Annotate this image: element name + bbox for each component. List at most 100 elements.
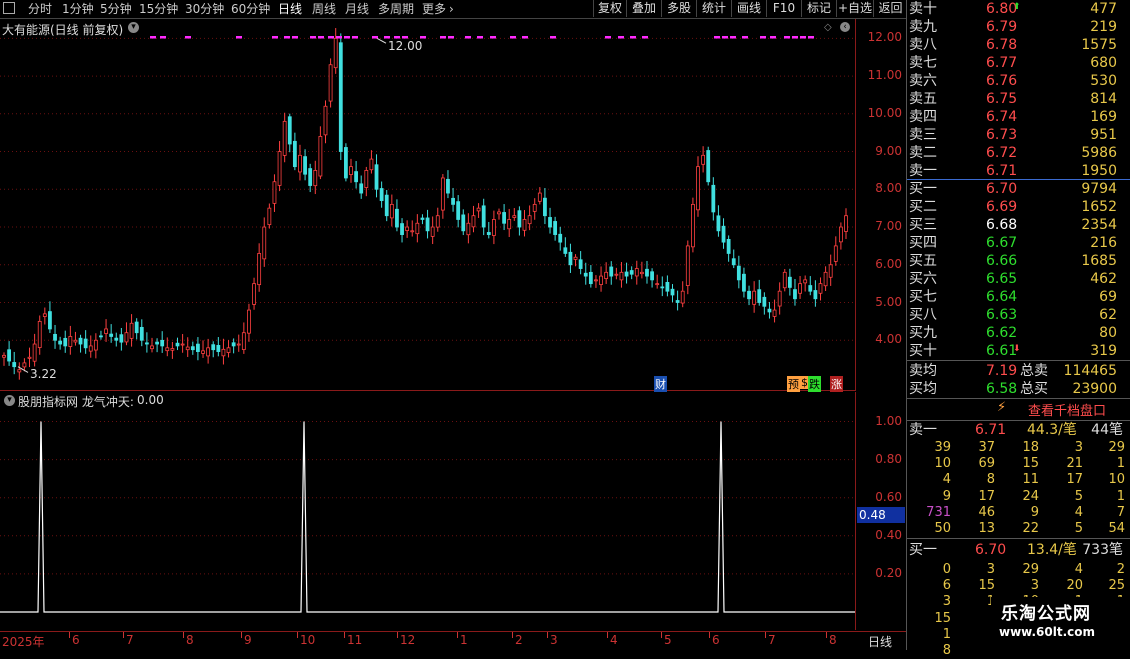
price-tick-label: 5.00 bbox=[875, 294, 902, 309]
qd-cell: 731 bbox=[926, 504, 951, 520]
marker-yu[interactable]: 预 bbox=[787, 376, 800, 392]
high-pointer bbox=[376, 37, 387, 44]
candle-body bbox=[53, 333, 57, 341]
period-60min[interactable]: 60分钟 bbox=[231, 1, 270, 17]
watermark-url: www.60lt.com bbox=[999, 625, 1096, 639]
period-fenshi[interactable]: 分时 bbox=[28, 1, 52, 17]
menu-box-icon[interactable] bbox=[3, 2, 15, 14]
signal-mark bbox=[722, 36, 728, 39]
asks-row[interactable]: 卖三 6.73 951 bbox=[909, 126, 1127, 144]
watermark-title: 乐淘公式网 bbox=[1001, 604, 1091, 624]
bids-row[interactable]: 买八 6.63 62 bbox=[909, 306, 1127, 324]
multi-stock-button[interactable]: 多股 bbox=[661, 0, 696, 17]
candle-body bbox=[818, 283, 823, 294]
candle-body bbox=[680, 290, 685, 304]
date-tick bbox=[547, 632, 548, 638]
candle-body bbox=[691, 203, 695, 248]
chevron-right-icon[interactable]: › bbox=[449, 1, 454, 17]
candle-body bbox=[129, 322, 134, 339]
asks-row[interactable]: 卖七 6.77 680 bbox=[909, 54, 1127, 72]
indicator-current-value: 0.48 bbox=[857, 507, 905, 523]
asks-row[interactable]: 卖四 6.74 169 bbox=[909, 108, 1127, 126]
bids-row[interactable]: 买六 6.65 462 bbox=[909, 270, 1127, 288]
asks-row[interactable]: 卖五 6.75 814 bbox=[909, 90, 1127, 108]
candle-body bbox=[78, 337, 83, 345]
asks-row[interactable]: 卖二 6.72 5986 bbox=[909, 144, 1127, 162]
asks-row[interactable]: 卖九 6.79 219 bbox=[909, 18, 1127, 36]
qd-cell: 7 bbox=[1116, 504, 1125, 520]
statistics-button[interactable]: 统计 bbox=[696, 0, 731, 17]
candle-body bbox=[318, 136, 323, 177]
asks-row[interactable]: 卖一 6.71 1950 bbox=[909, 162, 1127, 180]
candle-body bbox=[68, 336, 73, 347]
mark-button[interactable]: 标记 bbox=[801, 0, 836, 17]
divider bbox=[907, 360, 1130, 361]
qd-cell: 4 bbox=[942, 472, 951, 488]
f10-button[interactable]: F10 bbox=[766, 0, 801, 17]
asks-row[interactable]: 卖八 6.78 1575 bbox=[909, 36, 1127, 54]
qd-cell: 3 bbox=[1074, 440, 1083, 455]
qd-cell: 15 bbox=[934, 610, 951, 626]
qd-cell: 29 bbox=[1022, 562, 1039, 577]
candle-body bbox=[400, 223, 404, 235]
period-5min[interactable]: 5分钟 bbox=[100, 1, 132, 17]
bids-row[interactable]: 买九 6.62 80 bbox=[909, 324, 1127, 342]
add-watchlist-button[interactable]: +自选 bbox=[836, 0, 873, 17]
qd-cell: 37 bbox=[978, 440, 995, 455]
overlay-button[interactable]: 叠加 bbox=[626, 0, 661, 17]
candle-body bbox=[726, 239, 731, 254]
candle-body bbox=[430, 226, 435, 237]
qiandang-bar[interactable]: ⚡ 查看千档盘口 bbox=[907, 399, 1130, 419]
signal-mark bbox=[642, 36, 648, 39]
marker-cai[interactable]: 财 bbox=[654, 376, 667, 392]
signal-mark bbox=[352, 36, 358, 39]
candle-body bbox=[645, 268, 649, 277]
bids-row[interactable]: 买七 6.64 69 bbox=[909, 288, 1127, 306]
period-multi[interactable]: 多周期 bbox=[378, 1, 414, 17]
lightning-icon: ⚡ bbox=[997, 400, 1007, 415]
period-30min[interactable]: 30分钟 bbox=[185, 1, 224, 17]
candle-body bbox=[619, 271, 624, 281]
draw-line-button[interactable]: 画线 bbox=[731, 0, 766, 17]
period-daily[interactable]: 日线 bbox=[278, 1, 302, 17]
period-weekly[interactable]: 周线 bbox=[312, 1, 336, 17]
period-more[interactable]: 更多 bbox=[422, 1, 446, 17]
signal-mark bbox=[605, 36, 611, 39]
period-1min[interactable]: 1分钟 bbox=[62, 1, 94, 17]
bids-row[interactable]: 买三 6.68 2354 bbox=[909, 216, 1127, 234]
qd-cell: 8 bbox=[942, 643, 951, 658]
candle-body bbox=[170, 348, 175, 351]
candle-body bbox=[573, 256, 578, 260]
date-axis: 2025年 6 7 8 9 10 11 12 1 2 3 4 5 6 7 8 日线 bbox=[0, 631, 906, 651]
candle-body bbox=[823, 271, 828, 287]
kline-chart[interactable]: 大有能源(日线 前复权) ▾ ◇ ‹ 12.00 3.22 财 预 $ 跌 涨 bbox=[0, 19, 856, 392]
date-label: 4 bbox=[610, 633, 618, 647]
qd-cell: 39 bbox=[934, 440, 951, 455]
asks-row[interactable]: 卖六 6.76 530 bbox=[909, 72, 1127, 90]
qd-cell: 69 bbox=[978, 456, 995, 472]
bids-row[interactable]: 买四 6.67 216 bbox=[909, 234, 1127, 252]
date-tick bbox=[69, 632, 70, 638]
candle-body bbox=[354, 171, 359, 183]
candle-body bbox=[48, 311, 52, 330]
bids-row[interactable]: 买五 6.66 1685 bbox=[909, 252, 1127, 270]
period-15min[interactable]: 15分钟 bbox=[139, 1, 178, 17]
fuquan-button[interactable]: 复权 bbox=[593, 0, 626, 17]
bids-row[interactable]: 买一 6.70 9794 bbox=[909, 180, 1127, 198]
qd-grid-row: 10 69 15 21 1 bbox=[909, 456, 1125, 472]
view-qiandang-button[interactable]: 查看千档盘口 bbox=[1028, 400, 1106, 419]
candle-body bbox=[17, 369, 22, 373]
period-monthly[interactable]: 月线 bbox=[345, 1, 369, 17]
indicator-plot bbox=[0, 421, 855, 613]
candle-body bbox=[588, 271, 593, 285]
back-button[interactable]: 返回 bbox=[873, 0, 907, 17]
signal-mark bbox=[236, 36, 242, 39]
candle-body bbox=[558, 233, 563, 243]
marker-die[interactable]: 跌 bbox=[808, 376, 821, 392]
date-tick bbox=[765, 632, 766, 638]
bids-row[interactable]: 买二 6.69 1652 bbox=[909, 198, 1127, 216]
candle-body bbox=[777, 290, 782, 307]
marker-zhang[interactable]: 涨 bbox=[830, 376, 843, 392]
period-label[interactable]: 日线 bbox=[868, 633, 892, 650]
indicator-chart[interactable]: ▾ 股朋指标网 龙气冲天: 0.00 bbox=[0, 392, 856, 630]
